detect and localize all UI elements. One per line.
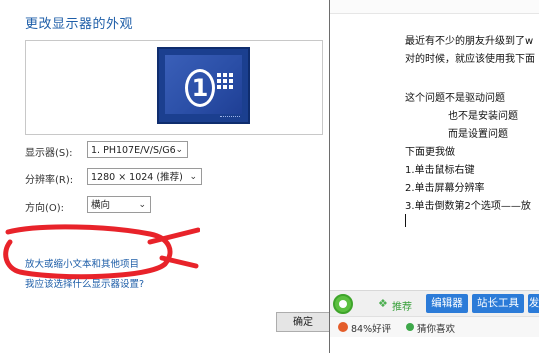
- chevron-down-icon: ⌄: [138, 200, 146, 210]
- red-hand-drawn-annotation: [3, 224, 200, 280]
- which-settings-link[interactable]: 我应该选择什么显示器设置?: [25, 276, 144, 290]
- display-select-value: 1. PH107E/V/S/G6: [91, 145, 176, 156]
- article-line: 最近有不少的朋友升级到了w: [405, 36, 534, 47]
- article-line: 1.单击鼠标右键: [405, 165, 475, 176]
- chevron-down-icon: ⌄: [189, 172, 197, 182]
- monitor-1-icon[interactable]: 1: [157, 47, 250, 124]
- orientation-select-value: 横向: [91, 200, 111, 211]
- resolution-label: 分辨率(R):: [25, 175, 74, 186]
- green-circle-button[interactable]: [333, 294, 353, 314]
- article-window: 最近有不少的朋友升级到了w 对的时候，就应该使用我下面 这个问题不是驱动问题 也…: [329, 0, 539, 353]
- article-line: 下面更我做: [405, 147, 455, 158]
- more-button[interactable]: 发: [528, 294, 539, 313]
- page-title: 更改显示器的外观: [25, 17, 134, 32]
- editor-button[interactable]: 编辑器: [426, 294, 468, 313]
- orientation-select[interactable]: 横向 ⌄: [87, 196, 151, 213]
- article-line: 对的时候，就应该使用我下面: [405, 54, 535, 65]
- display-label: 显示器(S):: [25, 148, 73, 159]
- display-select[interactable]: 1. PH107E/V/S/G6 ⌄: [87, 141, 188, 158]
- text-cursor: [405, 214, 406, 227]
- guess-like-link[interactable]: 猜你喜欢: [417, 321, 455, 335]
- display-settings-panel: 更改显示器的外观 1 显示器(S): 1. PH107E/V/S/G6 ⌄ 分辨…: [0, 0, 330, 353]
- chevron-down-icon: ⌄: [175, 145, 183, 155]
- monitor-number: 1: [185, 69, 215, 107]
- ok-button[interactable]: 确定: [276, 312, 330, 332]
- article-line: 2.单击屏幕分辨率: [405, 183, 485, 194]
- article-line: 而是设置问题: [448, 129, 508, 140]
- monitor-preview-area: 1: [25, 40, 323, 135]
- resolution-select-value: 1280 × 1024 (推荐): [91, 172, 183, 183]
- editor-toolbar: ❖ 推荐 编辑器 站长工具 发: [330, 290, 539, 317]
- monitor-grid-icon: [217, 73, 233, 93]
- webmaster-tools-button[interactable]: 站长工具: [472, 294, 524, 313]
- window-titlebar: [330, 0, 539, 14]
- text-size-link[interactable]: 放大或缩小文本和其他项目: [25, 256, 139, 270]
- recommend-label[interactable]: 推荐: [392, 298, 412, 313]
- article-line: 这个问题不是驱动问题: [405, 93, 505, 104]
- orientation-label: 方向(O):: [25, 203, 65, 214]
- status-bar: 84%好评 猜你喜欢: [330, 316, 539, 337]
- rating-text[interactable]: 84%好评: [351, 321, 391, 335]
- rating-icon: [338, 322, 348, 332]
- article-line: 3.单击倒数第2个选项——放: [405, 201, 531, 212]
- article-line: 也不是安装问题: [448, 111, 518, 122]
- recommend-icon: ❖: [378, 297, 388, 310]
- resolution-select[interactable]: 1280 × 1024 (推荐) ⌄: [87, 168, 202, 185]
- guess-like-icon: [406, 323, 414, 331]
